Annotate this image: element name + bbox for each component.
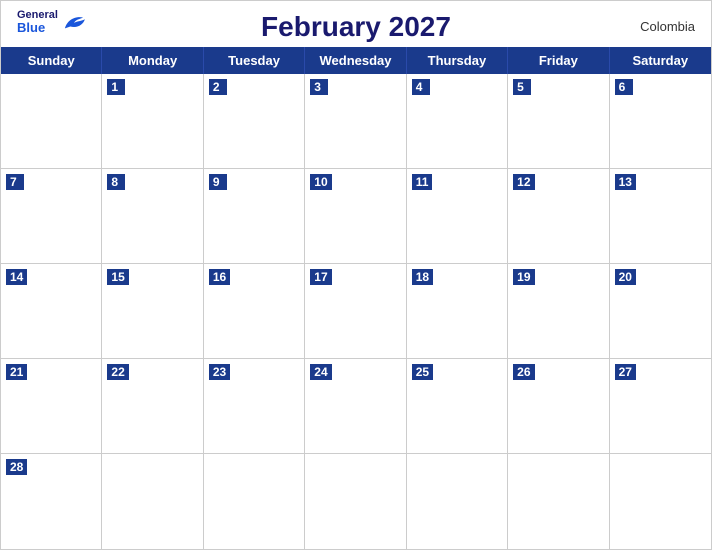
calendar-cell: 25 <box>407 359 508 454</box>
calendar-cell: 21 <box>1 359 102 454</box>
calendar-cell: 3 <box>305 74 406 169</box>
date-number: 2 <box>209 79 227 95</box>
date-number: 25 <box>412 364 433 380</box>
date-number: 15 <box>107 269 128 285</box>
logo-bird-icon <box>60 12 88 32</box>
date-number: 3 <box>310 79 328 95</box>
calendar-header: General Blue February 2027 Colombia <box>1 1 711 47</box>
calendar-cell: 6 <box>610 74 711 169</box>
calendar-cell <box>305 454 406 549</box>
day-header-thursday: Thursday <box>407 47 508 74</box>
calendar-cell: 15 <box>102 264 203 359</box>
day-header-sunday: Sunday <box>1 47 102 74</box>
day-header-tuesday: Tuesday <box>204 47 305 74</box>
calendar-cell: 8 <box>102 169 203 264</box>
calendar-cell: 12 <box>508 169 609 264</box>
date-number: 13 <box>615 174 636 190</box>
calendar-cell: 13 <box>610 169 711 264</box>
date-number: 6 <box>615 79 633 95</box>
calendar-cell: 4 <box>407 74 508 169</box>
calendar-cell: 7 <box>1 169 102 264</box>
date-number: 9 <box>209 174 227 190</box>
calendar-cell: 20 <box>610 264 711 359</box>
day-header-friday: Friday <box>508 47 609 74</box>
date-number: 5 <box>513 79 531 95</box>
date-number: 18 <box>412 269 433 285</box>
day-header-monday: Monday <box>102 47 203 74</box>
calendar-cell: 10 <box>305 169 406 264</box>
calendar-cell: 17 <box>305 264 406 359</box>
calendar-cell: 16 <box>204 264 305 359</box>
date-number: 14 <box>6 269 27 285</box>
date-number: 21 <box>6 364 27 380</box>
calendar-cell <box>1 74 102 169</box>
date-number: 11 <box>412 174 433 190</box>
calendar-cell: 5 <box>508 74 609 169</box>
calendar-cell: 14 <box>1 264 102 359</box>
date-number: 12 <box>513 174 534 190</box>
calendar-cell <box>204 454 305 549</box>
date-number: 23 <box>209 364 230 380</box>
calendar-cell: 9 <box>204 169 305 264</box>
calendar-cell: 27 <box>610 359 711 454</box>
calendar-cell <box>407 454 508 549</box>
calendar-cell: 26 <box>508 359 609 454</box>
date-number: 4 <box>412 79 430 95</box>
date-number: 24 <box>310 364 331 380</box>
calendar-cell <box>102 454 203 549</box>
calendar-cell: 1 <box>102 74 203 169</box>
date-number: 27 <box>615 364 636 380</box>
calendar-cell: 22 <box>102 359 203 454</box>
calendar-grid: 1234567891011121314151617181920212223242… <box>1 74 711 549</box>
date-number: 20 <box>615 269 636 285</box>
logo: General Blue <box>17 9 88 35</box>
date-number: 1 <box>107 79 125 95</box>
calendar-cell: 2 <box>204 74 305 169</box>
calendar-cell: 19 <box>508 264 609 359</box>
calendar-cell: 23 <box>204 359 305 454</box>
date-number: 26 <box>513 364 534 380</box>
date-number: 19 <box>513 269 534 285</box>
day-header-wednesday: Wednesday <box>305 47 406 74</box>
calendar-cell: 24 <box>305 359 406 454</box>
calendar-cell <box>508 454 609 549</box>
date-number: 7 <box>6 174 24 190</box>
day-header-saturday: Saturday <box>610 47 711 74</box>
date-number: 17 <box>310 269 331 285</box>
date-number: 22 <box>107 364 128 380</box>
days-header: SundayMondayTuesdayWednesdayThursdayFrid… <box>1 47 711 74</box>
calendar-cell: 11 <box>407 169 508 264</box>
calendar-cell: 18 <box>407 264 508 359</box>
calendar-cell: 28 <box>1 454 102 549</box>
date-number: 8 <box>107 174 125 190</box>
calendar-cell <box>610 454 711 549</box>
date-number: 10 <box>310 174 331 190</box>
date-number: 28 <box>6 459 27 475</box>
country-label: Colombia <box>640 19 695 34</box>
date-number: 16 <box>209 269 230 285</box>
month-title: February 2027 <box>261 11 451 43</box>
calendar: General Blue February 2027 Colombia Sund… <box>0 0 712 550</box>
logo-blue: Blue <box>17 21 58 35</box>
